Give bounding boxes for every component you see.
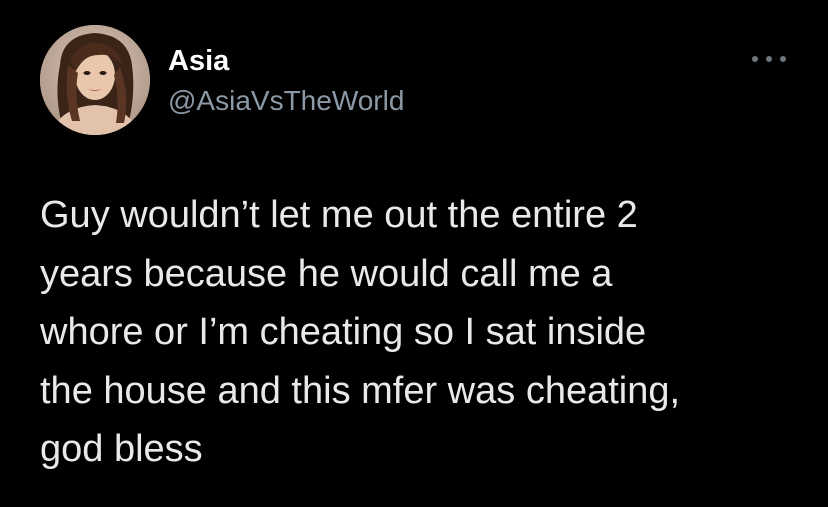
more-dot xyxy=(780,56,786,62)
tweet-text: Guy wouldn’t let me out the entire 2 yea… xyxy=(40,194,681,470)
author-handle[interactable]: @AsiaVsTheWorld xyxy=(168,84,404,118)
more-dot xyxy=(766,56,772,62)
tweet-card: Asia @AsiaVsTheWorld Guy wouldn’t let me… xyxy=(0,0,828,507)
more-options-icon[interactable] xyxy=(752,50,786,68)
avatar[interactable] xyxy=(40,25,150,135)
more-dot xyxy=(752,56,758,62)
profile-photo-icon xyxy=(40,25,150,135)
author-display-name[interactable]: Asia xyxy=(168,44,229,78)
